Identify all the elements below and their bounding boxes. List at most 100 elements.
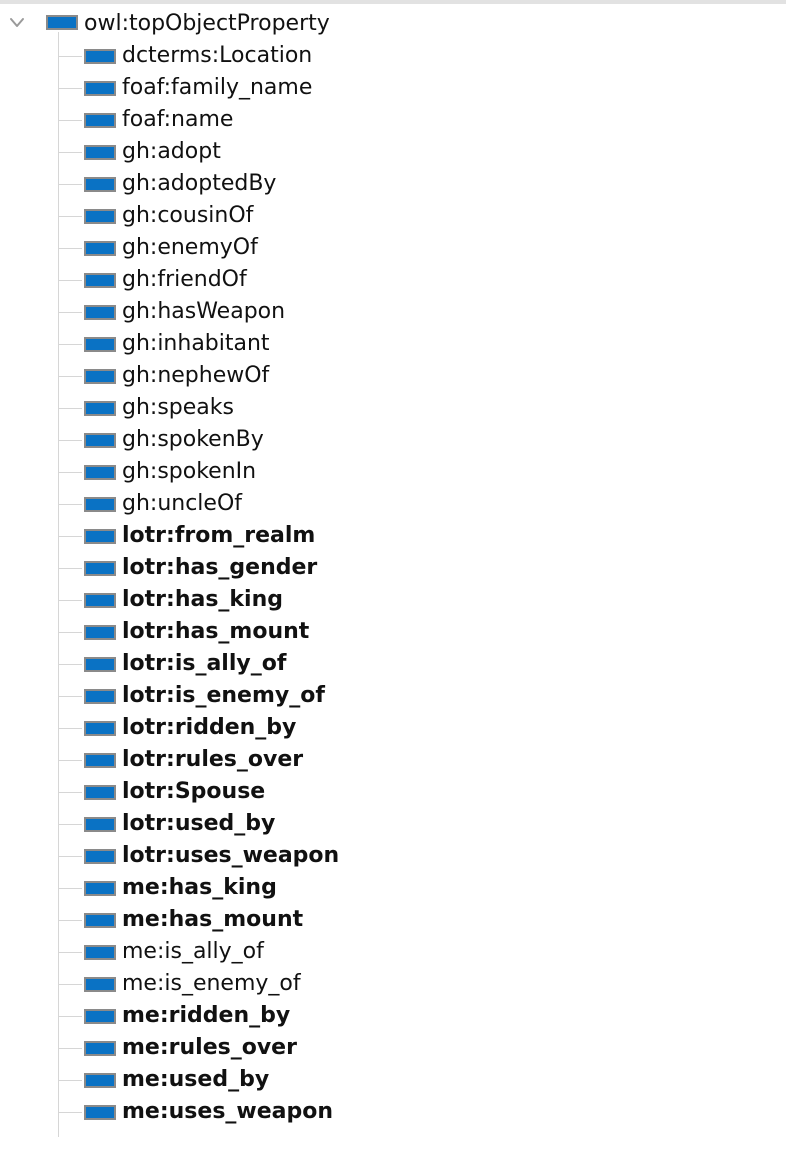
object-property-icon	[84, 1105, 116, 1120]
tree-item[interactable]: lotr:is_ally_of	[0, 648, 786, 680]
tree-item-label[interactable]: gh:spokenIn	[122, 456, 256, 488]
tree-connector	[58, 440, 82, 441]
tree-item-label[interactable]: lotr:has_king	[122, 584, 283, 616]
tree-item[interactable]: lotr:uses_weapon	[0, 840, 786, 872]
tree-connector	[58, 56, 82, 57]
tree-item[interactable]: me:has_king	[0, 872, 786, 904]
tree-item[interactable]: lotr:Spouse	[0, 776, 786, 808]
tree-item-label[interactable]: lotr:has_mount	[122, 616, 309, 648]
tree-item-label[interactable]: gh:adoptedBy	[122, 168, 276, 200]
tree-item-label[interactable]: lotr:has_gender	[122, 552, 317, 584]
tree-item[interactable]: foaf:name	[0, 104, 786, 136]
tree-item[interactable]: foaf:family_name	[0, 72, 786, 104]
tree-item-label[interactable]: me:used_by	[122, 1064, 269, 1096]
tree-item[interactable]: gh:inhabitant	[0, 328, 786, 360]
object-property-icon	[84, 401, 116, 416]
tree-item-label[interactable]: dcterms:Location	[122, 40, 312, 72]
tree-item-label[interactable]: lotr:from_realm	[122, 520, 315, 552]
tree-item-label[interactable]: gh:speaks	[122, 392, 234, 424]
tree-item[interactable]: gh:adoptedBy	[0, 168, 786, 200]
tree-item[interactable]: lotr:from_realm	[0, 520, 786, 552]
tree-connector	[58, 248, 82, 249]
tree-item-label[interactable]: gh:spokenBy	[122, 424, 264, 456]
tree-item-label[interactable]: lotr:ridden_by	[122, 712, 296, 744]
object-property-icon	[84, 977, 116, 992]
tree-item[interactable]: lotr:used_by	[0, 808, 786, 840]
tree-item-label[interactable]: gh:hasWeapon	[122, 296, 285, 328]
tree-connector	[58, 88, 82, 89]
tree-item[interactable]: lotr:has_king	[0, 584, 786, 616]
object-property-icon	[84, 689, 116, 704]
tree-item[interactable]: gh:spokenBy	[0, 424, 786, 456]
tree-item[interactable]: gh:spokenIn	[0, 456, 786, 488]
object-property-icon	[84, 177, 116, 192]
tree-connector	[58, 1112, 82, 1113]
tree-item-label[interactable]: me:has_mount	[122, 904, 303, 936]
tree-connector	[58, 152, 82, 153]
object-property-icon	[84, 1041, 116, 1056]
tree-item[interactable]: lotr:has_mount	[0, 616, 786, 648]
tree-connector	[58, 888, 82, 889]
tree-item-label[interactable]: lotr:rules_over	[122, 744, 303, 776]
tree-item-label[interactable]: gh:uncleOf	[122, 488, 242, 520]
tree-item-label[interactable]: lotr:is_ally_of	[122, 648, 286, 680]
tree-item[interactable]: gh:adopt	[0, 136, 786, 168]
tree-children: dcterms:Location foaf:family_name foaf:nam…	[0, 32, 786, 1137]
object-property-icon	[84, 49, 116, 64]
tree-item[interactable]: gh:enemyOf	[0, 232, 786, 264]
tree-item[interactable]: dcterms:Location	[0, 40, 786, 72]
tree-item-label[interactable]: gh:nephewOf	[122, 360, 269, 392]
tree-item[interactable]: lotr:is_enemy_of	[0, 680, 786, 712]
tree-item-label[interactable]: me:is_enemy_of	[122, 968, 301, 1000]
tree-item-label[interactable]: foaf:name	[122, 104, 233, 136]
tree-item[interactable]: gh:friendOf	[0, 264, 786, 296]
chevron-down-icon[interactable]	[8, 16, 26, 30]
tree-item-label[interactable]: lotr:used_by	[122, 808, 275, 840]
tree-item[interactable]: me:uses_weapon	[0, 1096, 786, 1128]
object-property-icon	[84, 273, 116, 288]
tree-item[interactable]: gh:speaks	[0, 392, 786, 424]
tree-item-label[interactable]: gh:adopt	[122, 136, 221, 168]
tree-item-label[interactable]: lotr:Spouse	[122, 776, 265, 808]
object-property-icon	[84, 369, 116, 384]
tree-item[interactable]: gh:cousinOf	[0, 200, 786, 232]
tree-connector	[58, 216, 82, 217]
object-property-icon	[84, 753, 116, 768]
object-property-icon	[84, 625, 116, 640]
tree-connector	[58, 760, 82, 761]
object-property-icon	[84, 497, 116, 512]
object-property-icon	[84, 305, 116, 320]
tree-item[interactable]: me:ridden_by	[0, 1000, 786, 1032]
tree-item[interactable]: gh:hasWeapon	[0, 296, 786, 328]
tree-item[interactable]: lotr:ridden_by	[0, 712, 786, 744]
tree-root-label[interactable]: owl:topObjectProperty	[84, 8, 330, 40]
tree-root-row[interactable]: owl:topObjectProperty	[0, 8, 786, 40]
tree-item-label[interactable]: foaf:family_name	[122, 72, 312, 104]
tree-connector	[58, 536, 82, 537]
tree-item[interactable]: me:rules_over	[0, 1032, 786, 1064]
tree-item-label[interactable]: me:has_king	[122, 872, 277, 904]
tree-item[interactable]: me:has_mount	[0, 904, 786, 936]
tree-item-label[interactable]: lotr:uses_weapon	[122, 840, 339, 872]
tree-item-label[interactable]: gh:friendOf	[122, 264, 247, 296]
panel-top-border	[0, 0, 786, 4]
tree-connector	[58, 472, 82, 473]
tree-item-label[interactable]: me:uses_weapon	[122, 1096, 333, 1128]
tree-item-label[interactable]: gh:cousinOf	[122, 200, 253, 232]
tree-item[interactable]: me:is_ally_of	[0, 936, 786, 968]
tree-item[interactable]: lotr:has_gender	[0, 552, 786, 584]
tree-item-label[interactable]: me:is_ally_of	[122, 936, 264, 968]
tree-item-label[interactable]: gh:enemyOf	[122, 232, 258, 264]
tree-item-label[interactable]: gh:inhabitant	[122, 328, 270, 360]
tree-item[interactable]: me:used_by	[0, 1064, 786, 1096]
tree-item-label[interactable]: me:ridden_by	[122, 1000, 290, 1032]
object-property-icon	[46, 15, 78, 30]
tree-item-label[interactable]: me:rules_over	[122, 1032, 297, 1064]
tree-item[interactable]: lotr:rules_over	[0, 744, 786, 776]
tree-connector	[58, 600, 82, 601]
tree-item-label[interactable]: lotr:is_enemy_of	[122, 680, 325, 712]
object-property-icon	[84, 529, 116, 544]
tree-item[interactable]: gh:uncleOf	[0, 488, 786, 520]
tree-item[interactable]: gh:nephewOf	[0, 360, 786, 392]
tree-item[interactable]: me:is_enemy_of	[0, 968, 786, 1000]
